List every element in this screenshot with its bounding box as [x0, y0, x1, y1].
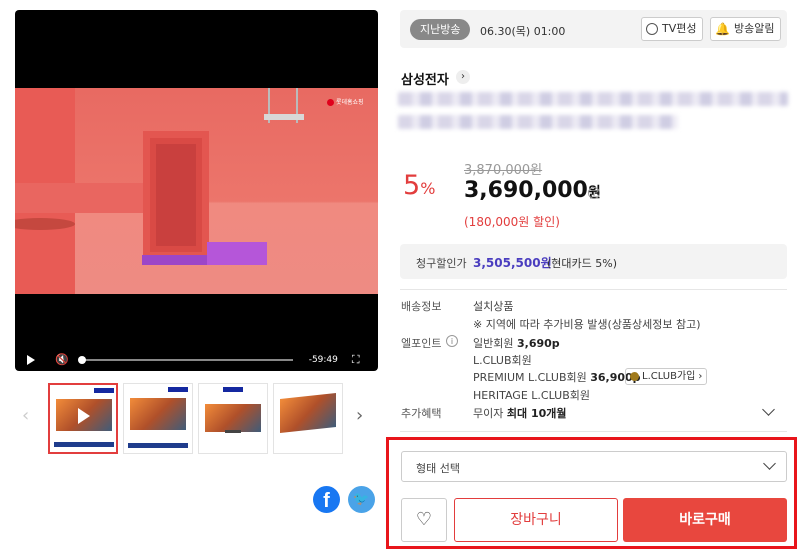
product-title-blurred [398, 92, 788, 106]
cart-button[interactable]: 장바구니 [454, 498, 618, 542]
twitter-icon[interactable]: 🐦 [348, 486, 375, 513]
thumbnail-4[interactable] [273, 383, 343, 454]
progress-knob[interactable] [77, 355, 86, 364]
video-frame: 롯데홈쇼핑 [15, 88, 378, 294]
past-broadcast-badge: 지난방송 [410, 19, 471, 40]
saving-amount: (180,000원 할인) [464, 215, 560, 229]
info-icon[interactable]: i [446, 335, 458, 347]
billing-price: 3,505,500원 [473, 256, 552, 270]
wishlist-button[interactable]: ♡ [401, 498, 447, 542]
fullscreen-icon[interactable]: ⛶ [352, 353, 360, 367]
video-controls: 🔇 -59:49 ⛶ [15, 348, 378, 371]
mute-icon[interactable]: 🔇 [55, 353, 69, 366]
product-title-blurred-line2 [398, 115, 678, 129]
lclub-join-button[interactable]: L.CLUB가입 › [625, 368, 708, 385]
play-icon[interactable] [27, 354, 35, 365]
lpoint-heritage: HERITAGE L.CLUB회원 [473, 389, 591, 402]
thumbnail-1[interactable] [48, 383, 118, 454]
play-icon [78, 408, 90, 424]
thumbs-next-icon[interactable]: › [356, 405, 363, 426]
thumbs-prev-icon[interactable]: ‹ [22, 405, 29, 426]
video-progress-bar[interactable] [77, 355, 293, 364]
lpoint-premium: PREMIUM L.CLUB회원 36,900p [473, 371, 641, 384]
lclub-emblem-icon [630, 372, 639, 381]
channel-logo: 롯데홈쇼핑 [327, 97, 364, 106]
heart-icon: ♡ [415, 509, 433, 530]
clock-icon [646, 23, 658, 35]
facebook-icon[interactable]: f [313, 486, 340, 513]
thumbnail-2[interactable] [123, 383, 193, 454]
seller-name[interactable]: 삼성전자 [401, 69, 449, 88]
lpoint-label: 엘포인트 [401, 337, 442, 350]
original-price: 3,870,000원 [464, 163, 543, 178]
broadcast-alert-button[interactable]: 🔔 방송알림 [710, 17, 782, 41]
broadcast-date: 06.30(목) 01:00 [480, 25, 566, 38]
divider [400, 431, 787, 432]
lpoint-general: 일반회원 3,690p [473, 337, 560, 350]
time-remaining: -59:49 [308, 354, 338, 365]
thumbnail-3[interactable] [198, 383, 268, 454]
benefit-value: 무이자 최대 10개월 [473, 407, 567, 420]
chevron-down-icon[interactable] [762, 403, 775, 416]
billing-label: 청구할인가 [416, 257, 467, 270]
shipping-label: 배송정보 [401, 300, 442, 313]
buy-now-button[interactable]: 바로구매 [623, 498, 787, 542]
option-select-placeholder: 형태 선택 [416, 462, 460, 475]
benefit-label: 추가혜택 [401, 407, 442, 420]
divider [400, 289, 787, 290]
tv-schedule-button[interactable]: TV편성 [641, 17, 704, 41]
info-icon[interactable]: i [588, 187, 600, 199]
bell-icon: 🔔 [715, 22, 730, 36]
billing-note: (현대카드 5%) [547, 257, 618, 270]
lpoint-lclub: L.CLUB회원 [473, 354, 532, 367]
video-player[interactable]: 롯데홈쇼핑 🔇 -59:49 ⛶ [15, 10, 378, 371]
sale-price: 3,690,000원 [464, 178, 601, 203]
shipping-note: ※ 지역에 따라 추가비용 발생(상품상세정보 참고) [473, 318, 701, 331]
chevron-right-icon[interactable]: › [456, 70, 470, 84]
discount-rate: 5% [403, 170, 436, 201]
shipping-value: 설치상품 [473, 300, 514, 313]
